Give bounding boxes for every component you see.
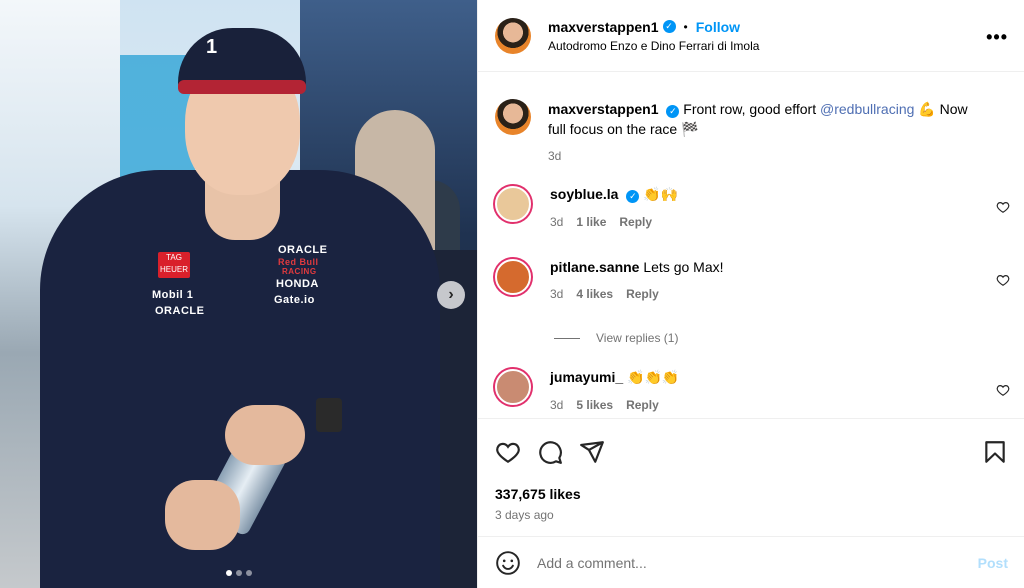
sponsor-honda: HONDA (276, 278, 319, 290)
heart-icon[interactable] (495, 439, 521, 465)
verified-badge-icon: ✓ (662, 20, 676, 33)
commenter-avatar[interactable] (495, 186, 531, 222)
view-replies-label: View replies (1) (596, 331, 679, 345)
sponsor-oracle-2: ORACLE (155, 305, 205, 317)
comment-time: 3d (550, 215, 564, 229)
sponsor-mobil: Mobil 1 (152, 289, 194, 301)
author-username[interactable]: maxverstappen1 (548, 19, 659, 35)
sponsor-redbull: Red Bull (278, 257, 319, 267)
comment-likes[interactable]: 5 likes (576, 398, 613, 412)
commenter-username[interactable]: soyblue.la (550, 186, 618, 202)
cap-number: 1 (206, 36, 218, 58)
heart-icon[interactable] (996, 383, 1010, 397)
post-media[interactable]: 1 TAG HEUER ORACLE Red Bull RACING HONDA… (0, 0, 477, 588)
comment-text: Lets go Max! (643, 259, 724, 275)
comment-text: 👏🙌 (643, 186, 679, 202)
comment-time: 3d (550, 287, 564, 301)
more-options-icon[interactable]: ••• (986, 27, 1008, 48)
caption-author-avatar[interactable] (495, 99, 531, 135)
commenter-username[interactable]: jumayumi_ (550, 369, 623, 385)
reply-button[interactable]: Reply (626, 287, 659, 301)
carousel-indicator (0, 570, 477, 576)
likes-count[interactable]: 337,675 likes (495, 486, 581, 502)
follow-button[interactable]: Follow (696, 19, 740, 35)
commenter-avatar[interactable] (495, 369, 531, 405)
author-avatar[interactable] (495, 17, 531, 54)
comment-likes[interactable]: 1 like (576, 215, 606, 229)
sponsor-oracle: ORACLE (278, 244, 328, 256)
comment-input[interactable] (537, 554, 978, 571)
photo-driver-hand (225, 405, 305, 465)
caption-mention-link[interactable]: @redbullracing (820, 101, 914, 117)
reply-button[interactable]: Reply (619, 215, 652, 229)
post-location[interactable]: Autodromo Enzo e Dino Ferrari di Imola (548, 39, 759, 53)
post-comment-button[interactable]: Post (978, 555, 1008, 571)
comment-time: 3d (550, 398, 564, 412)
divider-line (554, 337, 580, 339)
carousel-next-button[interactable]: › (437, 281, 465, 309)
separator-dot: • (683, 19, 688, 34)
post-actions: 337,675 likes 3 days ago (478, 418, 1024, 536)
bookmark-icon[interactable] (982, 439, 1008, 465)
verified-badge-icon: ✓ (666, 104, 680, 118)
tag-heuer-logo: TAG HEUER (158, 252, 190, 278)
heart-icon[interactable] (996, 200, 1010, 214)
commenter-avatar[interactable] (495, 259, 531, 295)
add-comment-bar: Post (478, 536, 1024, 588)
sponsor-gateio: Gate.io (274, 294, 315, 306)
comment-text: 👏👏👏 (627, 369, 680, 385)
photo-watch (316, 398, 342, 432)
comment-item: soyblue.la ✓ 👏🙌 3d 1 like Reply (495, 186, 1015, 229)
share-icon[interactable] (579, 439, 605, 465)
photo-cap-brim (178, 80, 306, 94)
verified-badge-icon: ✓ (626, 190, 640, 203)
carousel-dot (245, 570, 252, 576)
comment-icon[interactable] (537, 439, 563, 465)
post-date: 3 days ago (495, 508, 554, 522)
commenter-username[interactable]: pitlane.sanne (550, 259, 639, 275)
post-panel: maxverstappen1 ✓ • Follow Autodromo Enzo… (477, 0, 1024, 588)
photo-driver-hand-2 (165, 480, 240, 550)
sponsor-racing: RACING (282, 267, 317, 276)
heart-icon[interactable] (996, 273, 1010, 287)
caption-username[interactable]: maxverstappen1 (548, 101, 659, 117)
comment-item: jumayumi_ 👏👏👏 3d 5 likes Reply (495, 369, 1015, 412)
emoji-icon[interactable] (495, 550, 521, 576)
reply-button[interactable]: Reply (626, 398, 659, 412)
caption-text-before: Front row, good effort (683, 101, 821, 117)
carousel-dot (225, 570, 232, 576)
chevron-right-icon: › (448, 286, 454, 303)
comments-section: maxverstappen1 ✓ Front row, good effort … (478, 73, 1024, 418)
view-replies-button[interactable]: View replies (1) (554, 331, 678, 345)
post-caption: maxverstappen1 ✓ Front row, good effort … (495, 99, 1005, 166)
carousel-dot (235, 570, 242, 576)
comment-likes[interactable]: 4 likes (576, 287, 613, 301)
caption-time: 3d (548, 149, 562, 163)
comment-item: pitlane.sanne Lets go Max! 3d 4 likes Re… (495, 259, 1015, 301)
post-header: maxverstappen1 ✓ • Follow Autodromo Enzo… (478, 0, 1024, 72)
